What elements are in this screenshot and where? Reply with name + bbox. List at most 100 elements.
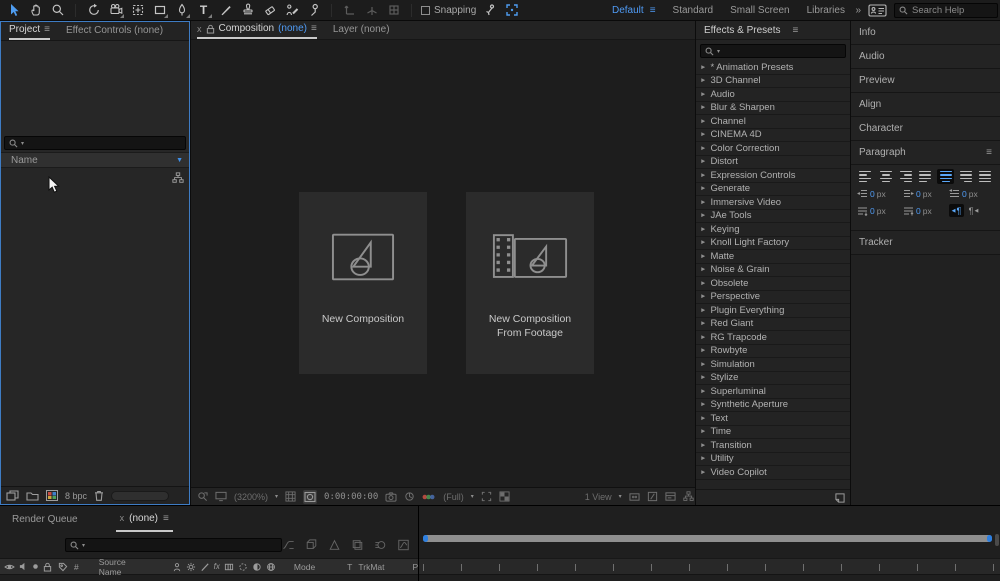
sort-indicator-icon[interactable]: ▼ xyxy=(176,157,183,164)
shape-tool-icon[interactable] xyxy=(151,2,168,19)
help-search[interactable] xyxy=(894,3,998,18)
time-ruler[interactable] xyxy=(419,558,1000,575)
grid-guides-icon[interactable] xyxy=(285,491,296,502)
lock-icon[interactable] xyxy=(206,24,215,34)
tab-project[interactable]: Project ≡ xyxy=(9,21,50,40)
new-composition-card[interactable]: New Composition xyxy=(299,192,427,374)
effects-category-row[interactable]: ►CINEMA 4D xyxy=(696,129,850,143)
new-composition-from-footage-card[interactable]: New Composition From Footage xyxy=(466,192,594,374)
snap-target-icon[interactable] xyxy=(503,2,520,19)
effects-category-row[interactable]: ►Keying xyxy=(696,223,850,237)
interpret-footage-icon[interactable] xyxy=(6,490,19,501)
panel-audio[interactable]: Audio xyxy=(851,45,1000,69)
effects-category-row[interactable]: ►Matte xyxy=(696,250,850,264)
timeline-search-input[interactable] xyxy=(88,540,277,551)
panel-menu-icon[interactable]: ≡ xyxy=(311,23,317,34)
justify-all-button[interactable] xyxy=(977,169,994,184)
left-to-right-text-button[interactable]: ◀¶ xyxy=(949,204,964,217)
effects-panel-header[interactable]: Effects & Presets ≡ xyxy=(696,21,850,40)
indent-value[interactable]: 0 xyxy=(962,189,967,199)
camera-tool-icon[interactable] xyxy=(107,2,124,19)
roto-brush-tool-icon[interactable] xyxy=(283,2,300,19)
effects-category-row[interactable]: ►Audio xyxy=(696,88,850,102)
project-search[interactable]: ▾ xyxy=(4,136,186,150)
monitor-icon[interactable] xyxy=(215,491,227,502)
effects-category-row[interactable]: ►Rowbyte xyxy=(696,345,850,359)
tab-composition[interactable]: x Composition (none) ≡ xyxy=(197,20,317,39)
align-left-button[interactable] xyxy=(857,169,874,184)
panel-info[interactable]: Info xyxy=(851,21,1000,45)
bit-depth-button[interactable]: 8 bpc xyxy=(65,491,87,501)
new-composition-icon[interactable] xyxy=(46,490,58,501)
help-search-input[interactable] xyxy=(912,5,992,16)
effects-category-row[interactable]: ►Transition xyxy=(696,439,850,453)
brush-tool-icon[interactable] xyxy=(217,2,234,19)
effects-category-row[interactable]: ►RG Trapcode xyxy=(696,331,850,345)
panel-align[interactable]: Align xyxy=(851,93,1000,117)
indent-value[interactable]: 0 xyxy=(870,189,875,199)
indent-value[interactable]: 0 xyxy=(916,189,921,199)
panel-tracker[interactable]: Tracker xyxy=(851,231,1000,255)
mode-column[interactable]: Mode xyxy=(294,562,315,572)
source-name-column[interactable]: Source Name xyxy=(99,557,126,577)
new-folder-icon[interactable] xyxy=(26,491,39,501)
panel-paragraph-header[interactable]: Paragraph ≡ xyxy=(851,141,1000,165)
effects-search[interactable]: ▾ xyxy=(700,44,846,58)
project-name-column-header[interactable]: Name ▼ xyxy=(1,152,189,168)
show-snapshot-icon[interactable] xyxy=(404,491,415,502)
effects-category-row[interactable]: ►Superluminal xyxy=(696,385,850,399)
current-time-display[interactable]: 0:00:00:00 xyxy=(324,492,378,502)
effects-search-input[interactable] xyxy=(723,46,841,57)
hand-tool-icon[interactable] xyxy=(27,2,44,19)
pixel-aspect-correction-icon[interactable] xyxy=(629,492,640,502)
eraser-tool-icon[interactable] xyxy=(261,2,278,19)
effects-category-row[interactable]: ►Knoll Light Factory xyxy=(696,237,850,251)
project-items-area[interactable] xyxy=(1,168,189,486)
timeline-search[interactable]: ▾ xyxy=(65,538,282,552)
comp-flowchart-icon[interactable] xyxy=(683,491,694,502)
always-preview-icon[interactable] xyxy=(197,491,208,502)
indent-left-margin-field[interactable]: 0 px xyxy=(857,189,903,199)
workspace-overflow-icon[interactable]: » xyxy=(855,5,861,16)
project-flowchart-icon[interactable] xyxy=(172,172,184,184)
effects-category-row[interactable]: ►JAe Tools xyxy=(696,210,850,224)
indent-right-margin-field[interactable]: 0 px xyxy=(903,189,949,199)
selection-tool-icon[interactable] xyxy=(5,2,22,19)
effects-category-row[interactable]: ►Immersive Video xyxy=(696,196,850,210)
timeline-button-icon[interactable] xyxy=(665,491,676,502)
panel-preview[interactable]: Preview xyxy=(851,69,1000,93)
effects-category-row[interactable]: ►Simulation xyxy=(696,358,850,372)
tab-layer[interactable]: Layer (none) xyxy=(333,20,390,39)
snapshot-icon[interactable] xyxy=(385,492,397,502)
workspace-tab-default[interactable]: Default xyxy=(612,5,644,16)
effects-category-row[interactable]: ►Red Giant xyxy=(696,318,850,332)
magnification-dropdown[interactable]: (3200%) xyxy=(234,492,268,502)
trkmat-column[interactable]: TrkMat xyxy=(358,562,384,572)
panel-menu-icon[interactable]: ≡ xyxy=(986,147,992,158)
effects-category-row[interactable]: ►Synthetic Aperture xyxy=(696,399,850,413)
snap-options-icon[interactable] xyxy=(481,2,498,19)
effects-category-row[interactable]: ►Utility xyxy=(696,453,850,467)
new-panel-icon[interactable] xyxy=(835,493,845,503)
rotation-tool-icon[interactable] xyxy=(85,2,102,19)
resolution-dropdown[interactable]: (Full) xyxy=(443,492,464,502)
project-search-input[interactable] xyxy=(27,138,181,149)
effects-category-row[interactable]: ►Generate xyxy=(696,183,850,197)
effects-category-row[interactable]: ►Perspective xyxy=(696,291,850,305)
align-right-button[interactable] xyxy=(897,169,914,184)
panel-character[interactable]: Character xyxy=(851,117,1000,141)
channel-rgba-icon[interactable] xyxy=(422,492,436,502)
panel-menu-icon[interactable]: ≡ xyxy=(163,513,169,524)
workspace-tab-small-screen[interactable]: Small Screen xyxy=(730,5,789,16)
indent-value[interactable]: 0 xyxy=(916,206,921,216)
justify-last-right-button[interactable] xyxy=(957,169,974,184)
justify-last-center-button[interactable] xyxy=(937,169,954,184)
align-center-button[interactable] xyxy=(877,169,894,184)
t-column[interactable]: T xyxy=(347,562,352,572)
clone-stamp-tool-icon[interactable] xyxy=(239,2,256,19)
workspace-tab-libraries[interactable]: Libraries xyxy=(807,5,845,16)
transparency-grid-icon[interactable] xyxy=(499,491,510,502)
timeline-scrollbar[interactable] xyxy=(995,534,999,546)
effects-category-row[interactable]: ►Obsolete xyxy=(696,277,850,291)
mask-visibility-button[interactable] xyxy=(303,490,317,504)
